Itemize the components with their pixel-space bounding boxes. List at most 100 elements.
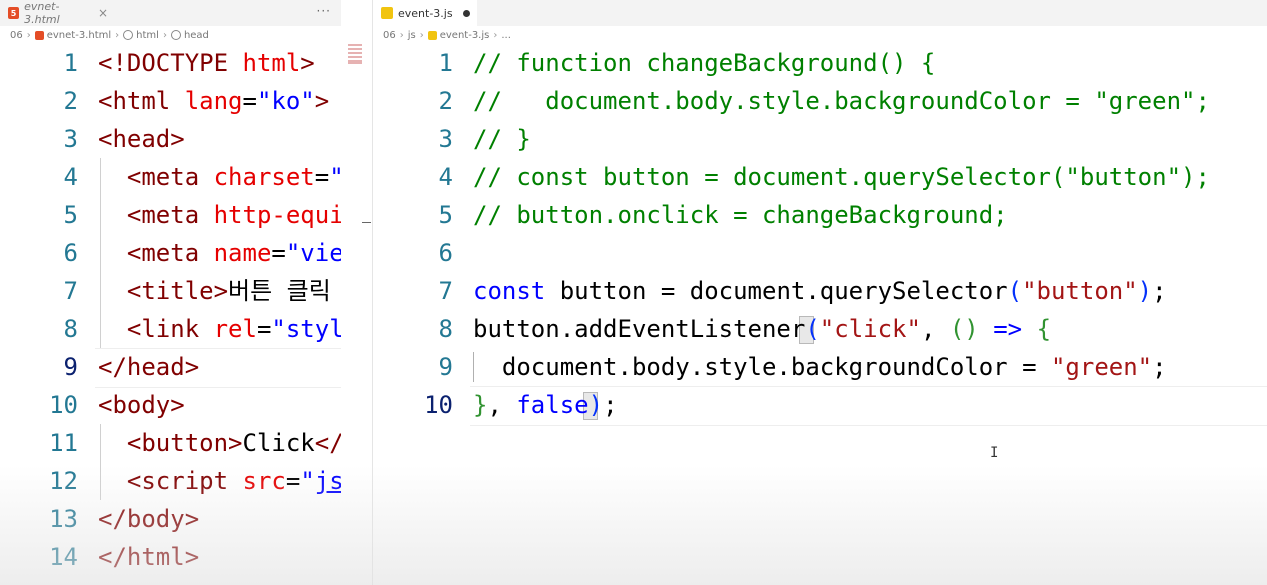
code-token: }: [473, 391, 488, 419]
code-line[interactable]: 10}, false);: [373, 386, 1267, 424]
code-token: =: [271, 239, 286, 267]
line-number: 10: [49, 391, 78, 419]
code-line[interactable]: 6 <meta name="view: [0, 234, 341, 272]
breadcrumb-item[interactable]: event-3.js: [440, 30, 490, 41]
code-line[interactable]: 10 <body>: [0, 386, 341, 424]
code-line[interactable]: 11 <button>Click</b: [0, 424, 341, 462]
unsaved-dot-icon[interactable]: [462, 9, 470, 17]
code-text: <title>버튼 클릭: [98, 272, 331, 310]
code-token: charset: [213, 163, 315, 191]
code-line[interactable]: 3 // }: [373, 120, 1267, 158]
code-token: "U: [329, 163, 341, 191]
code-token: document.body.style.backgroundColor =: [473, 353, 1051, 381]
chevron-right-icon: ›: [419, 29, 424, 41]
breadcrumb-item[interactable]: js: [408, 30, 416, 41]
code-line[interactable]: 9 document.body.style.backgroundColor = …: [373, 348, 1267, 386]
code-line[interactable]: 2 // document.body.style.backgroundColor …: [373, 82, 1267, 120]
code-token: false: [516, 391, 589, 419]
code-line[interactable]: 8 <link rel="style: [0, 310, 341, 348]
code-text: // const button = document.querySelector…: [473, 158, 1210, 196]
breadcrumb-item[interactable]: head: [184, 30, 209, 41]
code-line[interactable]: 4 <meta charset="U: [0, 158, 341, 196]
breadcrumb-item[interactable]: evnet-3.html: [47, 30, 111, 41]
code-token: <meta: [98, 201, 214, 229]
code-line[interactable]: 6: [373, 234, 1267, 272]
code-line[interactable]: 7 <title>버튼 클릭: [0, 272, 341, 310]
breadcrumb-item[interactable]: 06: [10, 30, 23, 41]
code-line[interactable]: 4 // const button = document.querySelecto…: [373, 158, 1267, 196]
line-number: 1: [438, 49, 453, 77]
code-text: <!DOCTYPE html>: [98, 44, 315, 82]
code-line[interactable]: 2 <html lang="ko">: [0, 82, 341, 120]
breadcrumb-item[interactable]: 06: [383, 30, 396, 41]
code-token: <body>: [98, 391, 185, 419]
js-file-icon: [381, 7, 393, 19]
code-text: <meta name="view: [98, 234, 341, 272]
line-number: 7: [438, 277, 453, 305]
tab-label: event-3.js: [398, 6, 453, 20]
code-text: document.body.style.backgroundColor = "g…: [473, 348, 1167, 386]
code-line[interactable]: 12 <script src="js/: [0, 462, 341, 500]
code-line[interactable]: 9 </head>: [0, 348, 341, 386]
line-number: 11: [49, 429, 78, 457]
breadcrumb: 06 › js › event-3.js › ...: [373, 26, 1267, 44]
code-token: ,: [920, 315, 950, 343]
code-token: // button.onclick = changeBackground;: [473, 201, 1008, 229]
tab-event-3-js[interactable]: event-3.js: [373, 0, 477, 26]
code-line[interactable]: 1 // function changeBackground() {: [373, 44, 1267, 82]
line-number: 2: [438, 87, 453, 115]
code-token: ): [1137, 277, 1153, 305]
code-token: html: [242, 49, 301, 77]
code-token: const: [473, 277, 546, 305]
code-token: <meta: [98, 239, 214, 267]
code-line[interactable]: 5 <meta http-equiv: [0, 196, 341, 234]
code-text: // }: [473, 120, 531, 158]
code-text: <script src="js/: [98, 462, 341, 500]
text-cursor-icon: I: [990, 445, 999, 461]
breadcrumb-item[interactable]: ...: [501, 30, 511, 41]
code-text: const button = document.querySelector("b…: [473, 272, 1167, 310]
code-token: <!DOCTYPE: [98, 49, 243, 77]
code-token: <link: [98, 315, 214, 343]
code-text: <button>Click</b: [98, 424, 341, 462]
chevron-right-icon: ›: [493, 29, 498, 41]
code-line[interactable]: 3 <head>: [0, 120, 341, 158]
code-line[interactable]: 5 // button.onclick = changeBackground;: [373, 196, 1267, 234]
code-line[interactable]: 1 <!DOCTYPE html>: [0, 44, 341, 82]
code-token: button.addEventListener: [473, 315, 806, 343]
code-token: >: [314, 87, 330, 115]
code-token: =: [285, 467, 301, 495]
code-token: </b: [314, 429, 341, 457]
line-number: 10: [424, 391, 453, 419]
breadcrumb-item[interactable]: html: [136, 30, 159, 41]
line-number: 5: [438, 201, 453, 229]
code-line[interactable]: 13 </body>: [0, 500, 341, 538]
line-number: 7: [63, 277, 78, 305]
line-number: 5: [63, 201, 78, 229]
line-number: 3: [63, 125, 78, 153]
code-line[interactable]: 8 button.addEventListener("click", () => …: [373, 310, 1267, 348]
code-token: {: [1036, 315, 1052, 343]
tab-evnet-3-html[interactable]: 5 evnet-3.html ×: [0, 0, 108, 26]
code-line[interactable]: 7 const button = document.querySelector("…: [373, 272, 1267, 310]
chevron-right-icon: ›: [26, 29, 31, 41]
line-number: 4: [63, 163, 78, 191]
line-number: 12: [49, 467, 78, 495]
close-icon[interactable]: ×: [98, 6, 108, 20]
sash-handle[interactable]: [362, 222, 371, 223]
code-line[interactable]: 14 </html>: [0, 538, 341, 576]
chevron-right-icon: ›: [115, 29, 120, 41]
code-token: </html>: [98, 543, 200, 571]
code-token: =: [314, 163, 330, 191]
line-number: 9: [63, 353, 78, 381]
line-number: 3: [438, 125, 453, 153]
code-token: ,: [487, 391, 517, 419]
more-actions-icon[interactable]: ···: [317, 4, 331, 18]
line-number: 6: [438, 239, 453, 267]
left-tab-bar: 5 evnet-3.html × ···: [0, 0, 341, 26]
code-text: // function changeBackground() {: [473, 44, 935, 82]
code-token: rel: [213, 315, 257, 343]
code-text: // document.body.style.backgroundColor =…: [473, 82, 1210, 120]
code-token: (): [949, 315, 979, 343]
